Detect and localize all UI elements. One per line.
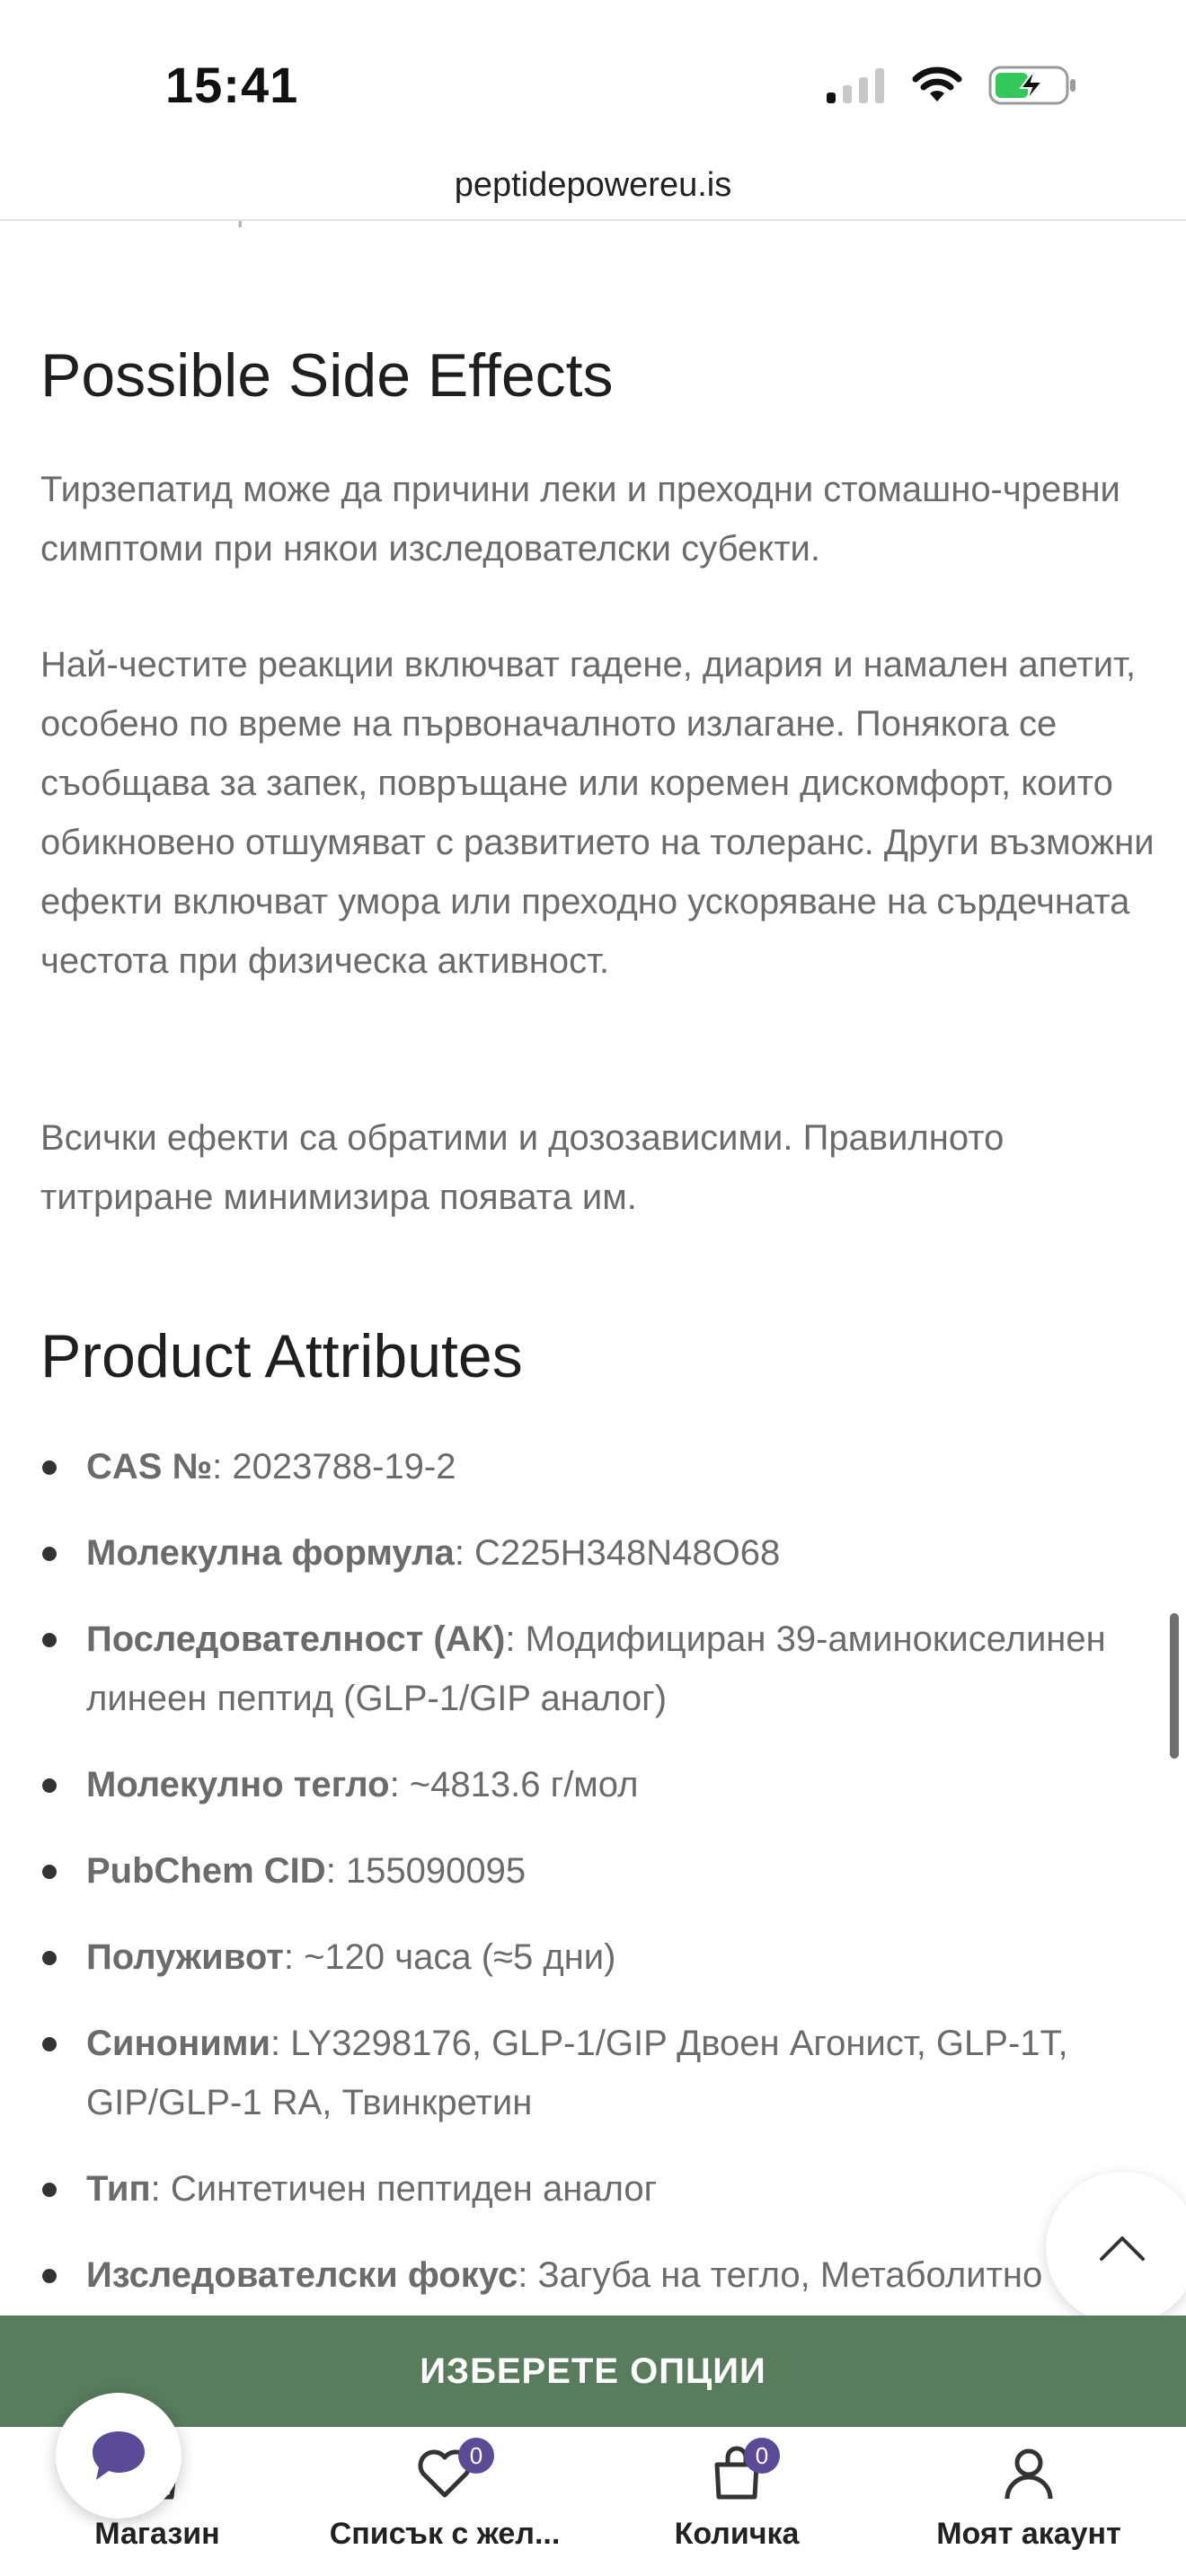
bullet — [42, 2183, 57, 2197]
list-item: Молекулна формула: C225H348N48O68 — [40, 1523, 1164, 1583]
status-time: 15:41 — [165, 57, 299, 113]
attribute-value: : 2023788-19-2 — [212, 1447, 456, 1486]
chat-bubble-icon — [93, 2431, 145, 2480]
side-effects-paragraph: Тирзепатид може да причини леки и преход… — [40, 470, 1120, 569]
attribute-value: : Загуба на тегло, Метаболитно — [518, 2255, 1043, 2295]
list-item: Последователност (АК): Модифициран 39-ам… — [40, 1610, 1164, 1728]
attribute-label: Молекулно тегло — [86, 1765, 390, 1804]
cart-count-badge: 0 — [744, 2438, 780, 2474]
bullet — [42, 1865, 57, 1879]
url-bar[interactable]: peptidepowereu.is — [0, 162, 1186, 221]
nav-account-label: Моят акаунт — [936, 2517, 1121, 2551]
attribute-label: Изследователски фокус — [86, 2255, 518, 2295]
attribute-value: : 155090095 — [325, 1851, 527, 1891]
scrollbar[interactable] — [1170, 1613, 1179, 1759]
nav-account[interactable]: Моят акаунт — [916, 2427, 1141, 2576]
attribute-label: PubChem CID — [86, 1851, 326, 1891]
attribute-value: : ~120 часа (≈5 дни) — [283, 1937, 616, 1977]
status-bar: 15:41 — [0, 0, 1186, 162]
attribute-value: : ~4813.6 г/мол — [389, 1765, 639, 1804]
list-item: Молекулно тегло: ~4813.6 г/мол — [40, 1755, 1164, 1814]
nav-wishlist-label: Списък с жел... — [329, 2517, 561, 2551]
attribute-label: CAS № — [86, 1447, 213, 1486]
select-options-label: ИЗБЕРЕТЕ ОПЦИИ — [420, 2351, 766, 2391]
product-attributes-heading: Product Attributes — [40, 1322, 523, 1390]
url-text: peptidepowereu.is — [454, 166, 732, 204]
nav-cart-label: Количка — [674, 2517, 800, 2551]
list-item: Тип: Синтетичен пептиден аналог — [40, 2159, 1164, 2219]
attribute-label: Полуживот — [86, 1937, 284, 1977]
nav-cart[interactable]: 0 Количка — [647, 2427, 827, 2576]
bullet — [42, 2037, 57, 2051]
nav-shop-label: Магазин — [94, 2517, 220, 2551]
attributes-list: CAS №: 2023788-19-2 Молекулна формула: C… — [40, 1437, 1164, 2332]
list-item: Синоними: LY3298176, GLP-1/GIP Двоен Аго… — [40, 2014, 1164, 2132]
list-item: PubChem CID: 155090095 — [40, 1841, 1164, 1901]
battery-charging-icon — [988, 66, 1075, 105]
attribute-label: Синоними — [86, 2024, 270, 2063]
bullet — [42, 1951, 57, 1965]
bullet — [42, 1460, 57, 1475]
bullet — [42, 1547, 57, 1561]
attribute-label: Молекулна формула — [86, 1533, 455, 1573]
attribute-label: Последователност (АК) — [86, 1619, 506, 1659]
chevron-up-icon — [1100, 2236, 1145, 2261]
nav-wishlist[interactable]: 0 Списък с жел... — [314, 2427, 575, 2576]
wifi-icon — [912, 66, 962, 101]
chat-button[interactable] — [56, 2393, 181, 2519]
user-icon — [1005, 2448, 1053, 2500]
attribute-value: : C225H348N48O68 — [454, 1533, 781, 1573]
signal-icon — [827, 68, 884, 103]
side-effects-heading: Possible Side Effects — [40, 341, 614, 410]
scroll-to-top-button[interactable] — [1046, 2172, 1186, 2325]
status-icons — [825, 63, 1078, 108]
select-options-button[interactable]: ИЗБЕРЕТЕ ОПЦИИ — [0, 2316, 1186, 2427]
list-item: Изследователски фокус: Загуба на тегло, … — [40, 2245, 1164, 2305]
list-item: Полуживот: ~120 часа (≈5 дни) — [40, 1928, 1164, 1987]
wishlist-count-badge: 0 — [458, 2438, 494, 2474]
side-effects-paragraph: Всички ефекти са обратими и дозозависими… — [40, 1118, 1005, 1217]
bullet — [42, 1778, 57, 1793]
side-effects-paragraph: Най-честите реакции включват гадене, диа… — [40, 645, 1155, 981]
bullet — [42, 2269, 57, 2283]
list-item: CAS №: 2023788-19-2 — [40, 1437, 1164, 1496]
attribute-value: : Синтетичен пептиден аналог — [150, 2169, 658, 2209]
attribute-label: Тип — [86, 2169, 151, 2209]
bullet — [42, 1633, 57, 1647]
